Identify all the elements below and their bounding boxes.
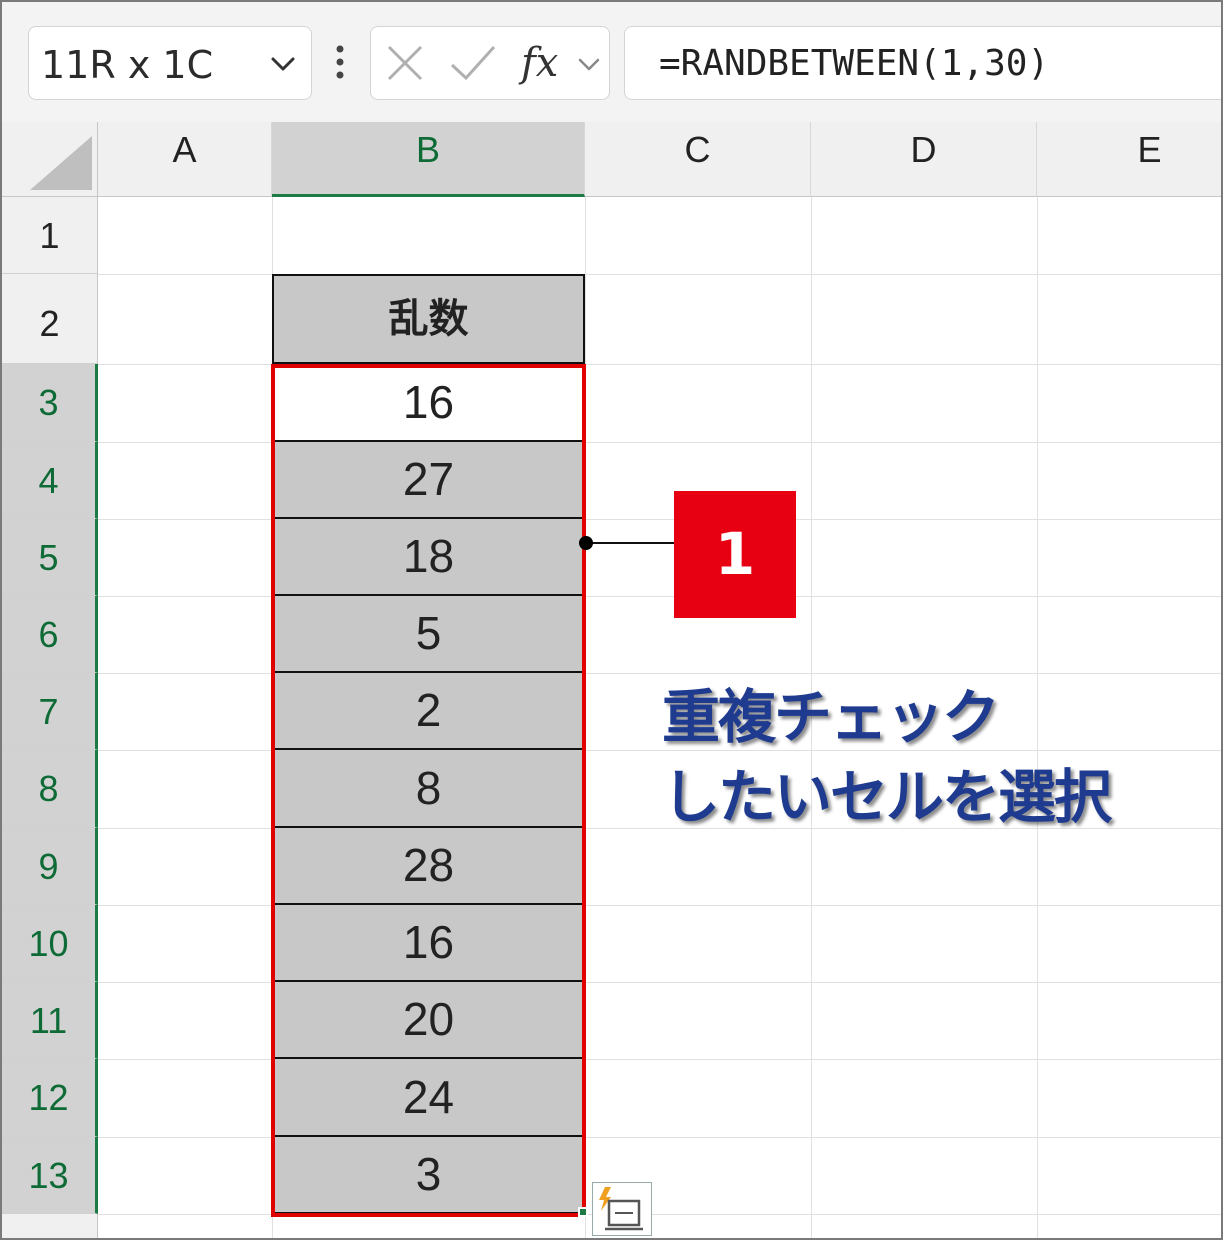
formula-input[interactable]: =RANDBETWEEN(1,30) [624, 26, 1221, 100]
formula-controls: 𝑓x [370, 26, 610, 100]
quick-analysis-icon [599, 1187, 643, 1231]
formula-text: =RANDBETWEEN(1,30) [659, 43, 1050, 84]
gridline [585, 197, 586, 1238]
cell-b8[interactable]: 8 [272, 750, 585, 828]
row-header-2[interactable]: 2 [2, 274, 98, 364]
gridline [98, 982, 1221, 983]
cell-b13[interactable]: 3 [272, 1137, 585, 1214]
cell-b3[interactable]: 16 [272, 364, 585, 442]
callout-dot [579, 536, 593, 550]
column-header-e[interactable]: E [1037, 122, 1221, 197]
insert-function-icon[interactable]: 𝑓x [521, 37, 577, 89]
cell-b2-header[interactable]: 乱数 [272, 274, 585, 364]
formula-bar: 11R x 1C 𝑓x =RANDBETWEEN(1,30) [2, 2, 1221, 122]
gridline [98, 1059, 1221, 1060]
instruction-line-1: 重複チェック [662, 683, 1000, 751]
instruction-line-2: したいセルを選択 [662, 763, 1112, 831]
cell-b11[interactable]: 20 [272, 982, 585, 1059]
fill-handle[interactable] [578, 1207, 588, 1217]
select-all-triangle-icon [30, 136, 92, 190]
gridline [98, 905, 1221, 906]
more-options-icon[interactable] [334, 44, 346, 80]
cancel-icon[interactable] [385, 43, 425, 83]
excel-window: 11R x 1C 𝑓x =RANDBETWEEN(1,30) A B C D E… [0, 0, 1223, 1240]
chevron-down-icon[interactable] [577, 51, 601, 77]
name-box[interactable]: 11R x 1C [28, 26, 312, 100]
column-header-d[interactable]: D [811, 122, 1037, 197]
gridline [98, 442, 1221, 443]
row-header-5[interactable]: 5 [2, 519, 98, 596]
row-header-8[interactable]: 8 [2, 750, 98, 828]
gridline [98, 1214, 1221, 1215]
gridline [98, 673, 1221, 674]
row-header-3[interactable]: 3 [2, 364, 98, 442]
cell-b6[interactable]: 5 [272, 596, 585, 673]
column-header-c[interactable]: C [585, 122, 811, 197]
cell-b10[interactable]: 16 [272, 905, 585, 982]
cell-b7[interactable]: 2 [272, 673, 585, 750]
enter-check-icon[interactable] [449, 43, 497, 83]
gridline [98, 1137, 1221, 1138]
row-header-10[interactable]: 10 [2, 905, 98, 982]
callout-line [585, 542, 677, 544]
select-all-button[interactable] [2, 122, 98, 197]
row-header-13[interactable]: 13 [2, 1137, 98, 1214]
gridline [98, 274, 1221, 275]
row-header-11[interactable]: 11 [2, 982, 98, 1059]
step-number-badge: 1 [674, 491, 796, 618]
column-header-b[interactable]: B [272, 122, 585, 197]
cell-b9[interactable]: 28 [272, 828, 585, 905]
quick-analysis-button[interactable] [592, 1182, 652, 1236]
chevron-down-icon[interactable] [269, 51, 297, 77]
instruction-text: 重複チェック したいセルを選択 [662, 677, 1112, 837]
cell-b5[interactable]: 18 [272, 519, 585, 596]
cell-b4[interactable]: 27 [272, 442, 585, 519]
row-header-6[interactable]: 6 [2, 596, 98, 673]
row-header-9[interactable]: 9 [2, 828, 98, 905]
gridline [98, 596, 1221, 597]
cell-b12[interactable]: 24 [272, 1059, 585, 1137]
row-header-4[interactable]: 4 [2, 442, 98, 519]
gridline [98, 364, 1221, 365]
column-header-a[interactable]: A [98, 122, 272, 197]
row-header-12[interactable]: 12 [2, 1059, 98, 1137]
row-header-14[interactable] [2, 1214, 98, 1238]
spreadsheet-grid: A B C D E 1 2 3 4 5 6 7 8 9 10 11 12 13 … [2, 122, 1221, 1238]
name-box-text: 11R x 1C [41, 43, 214, 87]
gridline [98, 519, 1221, 520]
row-header-7[interactable]: 7 [2, 673, 98, 750]
row-header-1[interactable]: 1 [2, 197, 98, 274]
